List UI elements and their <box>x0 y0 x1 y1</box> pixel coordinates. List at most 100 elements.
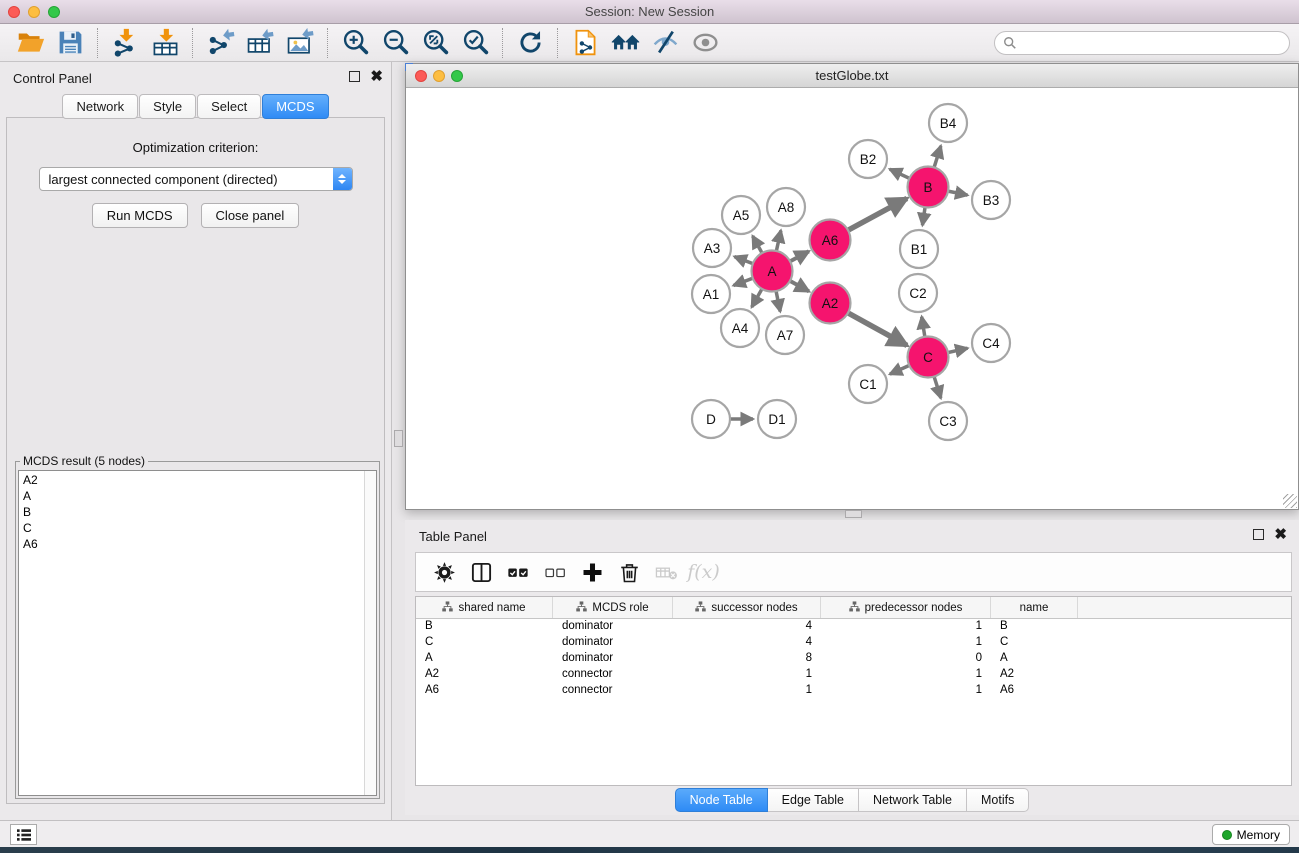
float-table-panel-icon[interactable] <box>1253 529 1264 540</box>
refresh-icon[interactable] <box>510 26 550 60</box>
memory-button[interactable]: Memory <box>1212 824 1290 845</box>
cell-MCDS-role[interactable]: dominator <box>553 635 673 651</box>
tab-edge-table[interactable]: Edge Table <box>768 788 859 812</box>
cell-MCDS-role[interactable]: dominator <box>553 619 673 635</box>
zoom-selected-icon[interactable] <box>455 26 495 60</box>
splitter-handle-vertical[interactable] <box>394 430 403 447</box>
show-column-icon[interactable] <box>463 555 500 589</box>
tab-motifs[interactable]: Motifs <box>967 788 1029 812</box>
cell-name[interactable]: A <box>991 651 1078 667</box>
cell-shared-name[interactable]: C <box>416 635 553 651</box>
splitter-handle-horizontal[interactable] <box>845 510 862 518</box>
table-row[interactable]: A2connector11A2 <box>416 667 1291 683</box>
task-history-button[interactable] <box>10 824 37 845</box>
zoom-in-icon[interactable] <box>335 26 375 60</box>
criterion-dropdown[interactable]: largest connected component (directed) <box>39 167 353 191</box>
add-column-icon[interactable] <box>574 555 611 589</box>
frame-resize-grip[interactable] <box>1283 494 1297 508</box>
minimize-view-button[interactable] <box>433 70 445 82</box>
mcds-result-item[interactable]: A6 <box>23 536 376 552</box>
column-header-predecessor-nodes[interactable]: predecessor nodes <box>821 597 991 618</box>
cell-successor-nodes[interactable]: 4 <box>673 635 821 651</box>
mcds-result-list[interactable]: A2ABCA6 <box>18 470 377 796</box>
cell-name[interactable]: A2 <box>991 667 1078 683</box>
cell-MCDS-role[interactable]: connector <box>553 667 673 683</box>
mcds-result-item[interactable]: A <box>23 488 376 504</box>
tab-network-table[interactable]: Network Table <box>859 788 967 812</box>
close-view-button[interactable] <box>415 70 427 82</box>
zoom-out-icon[interactable] <box>375 26 415 60</box>
table-row[interactable]: Bdominator41B <box>416 619 1291 635</box>
cell-MCDS-role[interactable]: connector <box>553 683 673 699</box>
cell-shared-name[interactable]: A <box>416 651 553 667</box>
cell-predecessor-nodes[interactable]: 1 <box>821 635 991 651</box>
cell-predecessor-nodes[interactable]: 1 <box>821 619 991 635</box>
cell-predecessor-nodes[interactable]: 0 <box>821 651 991 667</box>
select-all-rows-icon[interactable] <box>500 555 537 589</box>
network-graph[interactable]: B4B2BB3A8A5A6A3B1AA1C2A2A4A7C4CC1C3DD1 <box>407 89 1297 509</box>
minimize-window-button[interactable] <box>28 6 40 18</box>
close-table-panel-icon[interactable]: ✖ <box>1274 529 1287 540</box>
network-canvas[interactable]: B4B2BB3A8A5A6A3B1AA1C2A2A4A7C4CC1C3DD1 <box>407 89 1297 509</box>
tab-mcds[interactable]: MCDS <box>262 94 328 119</box>
column-header-name[interactable]: name <box>991 597 1078 618</box>
cell-shared-name[interactable]: B <box>416 619 553 635</box>
close-panel-button[interactable]: Close panel <box>201 203 300 228</box>
show-all-icon[interactable] <box>685 26 725 60</box>
table-row[interactable]: Adominator80A <box>416 651 1291 667</box>
cell-name[interactable]: B <box>991 619 1078 635</box>
cell-predecessor-nodes[interactable]: 1 <box>821 683 991 699</box>
search-input[interactable] <box>1017 36 1281 50</box>
graph-node-label-A3: A3 <box>704 241 721 256</box>
cell-successor-nodes[interactable]: 1 <box>673 683 821 699</box>
cell-shared-name[interactable]: A2 <box>416 667 553 683</box>
cell-successor-nodes[interactable]: 1 <box>673 667 821 683</box>
export-image-icon[interactable] <box>280 26 320 60</box>
column-header-MCDS-role[interactable]: MCDS role <box>553 597 673 618</box>
cell-name[interactable]: C <box>991 635 1078 651</box>
table-row[interactable]: Cdominator41C <box>416 635 1291 651</box>
toolbar-separator <box>502 28 503 58</box>
tab-select[interactable]: Select <box>197 94 261 119</box>
network-window-titlebar[interactable]: testGlobe.txt <box>406 64 1298 88</box>
mcds-result-item[interactable]: C <box>23 520 376 536</box>
cell-MCDS-role[interactable]: dominator <box>553 651 673 667</box>
close-window-button[interactable] <box>8 6 20 18</box>
new-network-from-file-icon[interactable] <box>565 26 605 60</box>
delete-column-icon[interactable] <box>611 555 648 589</box>
import-table-icon[interactable] <box>145 26 185 60</box>
column-header-successor-nodes[interactable]: successor nodes <box>673 597 821 618</box>
cell-predecessor-nodes[interactable]: 1 <box>821 667 991 683</box>
scrollbar-track[interactable] <box>364 471 376 795</box>
float-panel-icon[interactable] <box>349 71 360 82</box>
cell-successor-nodes[interactable]: 8 <box>673 651 821 667</box>
table-options-icon[interactable] <box>426 555 463 589</box>
export-network-icon[interactable] <box>200 26 240 60</box>
close-panel-icon[interactable]: ✖ <box>370 71 383 82</box>
column-header-shared-name[interactable]: shared name <box>416 597 553 618</box>
cell-successor-nodes[interactable]: 4 <box>673 619 821 635</box>
zoom-view-button[interactable] <box>451 70 463 82</box>
cell-shared-name[interactable]: A6 <box>416 683 553 699</box>
run-mcds-button[interactable]: Run MCDS <box>92 203 188 228</box>
hide-selected-icon[interactable] <box>645 26 685 60</box>
mcds-result-item[interactable]: A2 <box>23 472 376 488</box>
import-network-icon[interactable] <box>105 26 145 60</box>
search-field[interactable] <box>994 31 1290 55</box>
desktop-background <box>0 847 1299 853</box>
zoom-window-button[interactable] <box>48 6 60 18</box>
save-session-icon[interactable] <box>50 26 90 60</box>
tab-network[interactable]: Network <box>62 94 138 119</box>
deselect-all-rows-icon[interactable] <box>537 555 574 589</box>
tab-style[interactable]: Style <box>139 94 196 119</box>
cell-name[interactable]: A6 <box>991 683 1078 699</box>
export-table-icon[interactable] <box>240 26 280 60</box>
tab-node-table[interactable]: Node Table <box>675 788 768 812</box>
table-row[interactable]: A6connector11A6 <box>416 683 1291 699</box>
open-session-icon[interactable] <box>10 26 50 60</box>
mcds-result-item[interactable]: B <box>23 504 376 520</box>
zoom-fit-icon[interactable] <box>415 26 455 60</box>
dropdown-stepper-icon <box>333 168 352 190</box>
home-icon[interactable] <box>605 26 645 60</box>
graph-node-label-A: A <box>767 264 776 279</box>
